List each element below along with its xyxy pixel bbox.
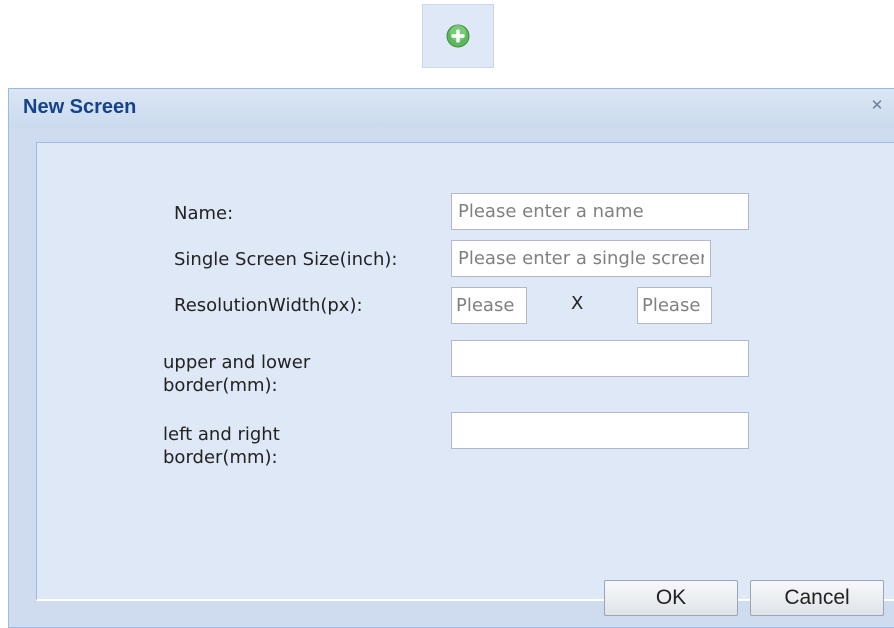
upper-lower-border-label-line1: upper and lower [163,352,311,373]
plus-circle-icon [446,24,470,48]
ok-button[interactable]: OK [604,580,738,616]
resolution-times-sign: X [571,293,584,314]
resolution-width-input[interactable] [451,287,527,324]
name-input[interactable] [451,193,749,230]
screen-size-label: Single Screen Size(inch): [174,249,398,270]
dialog-header: New Screen ✕ [9,89,894,127]
left-right-border-label: left and right border(mm): [163,423,280,469]
dialog-title: New Screen [23,96,137,118]
left-right-border-label-line2: border(mm): [163,447,278,468]
left-right-border-input[interactable] [451,412,749,449]
screen-size-input[interactable] [451,240,711,277]
upper-lower-border-input[interactable] [451,340,749,377]
cancel-button[interactable]: Cancel [750,580,884,616]
close-icon[interactable]: ✕ [869,96,885,114]
add-screen-button[interactable] [422,4,494,68]
upper-lower-border-label: upper and lower border(mm): [163,351,310,397]
resolution-width-label: ResolutionWidth(px): [174,295,363,316]
name-label: Name: [174,203,234,224]
left-right-border-label-line1: left and right [163,424,280,445]
upper-lower-border-label-line2: border(mm): [163,375,278,396]
resolution-height-input[interactable] [637,287,712,324]
